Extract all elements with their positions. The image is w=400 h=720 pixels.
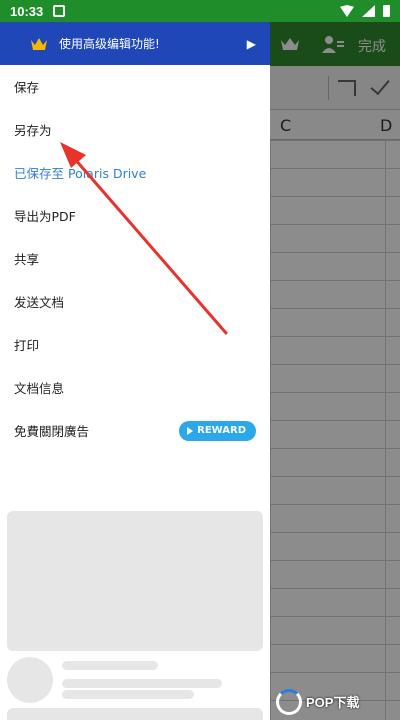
play-icon bbox=[187, 426, 194, 435]
status-icons bbox=[340, 5, 390, 17]
menu-item-save[interactable]: 保存 bbox=[0, 65, 270, 108]
crown-icon bbox=[31, 37, 47, 50]
menu-item-label: 另存为 bbox=[14, 123, 52, 138]
menu-item-share[interactable]: 共享 bbox=[0, 237, 270, 280]
watermark: POP下载 bbox=[270, 683, 400, 720]
signal-icon bbox=[362, 5, 375, 17]
menu-item-label: 已保存至 Polaris Drive bbox=[14, 166, 147, 181]
menu-item-label: 打印 bbox=[14, 338, 40, 353]
file-menu-drawer: 使用高级编辑功能! ▶ 保存 另存为 已保存至 Polaris Drive 导出… bbox=[0, 22, 270, 720]
status-time: 10:33 bbox=[10, 3, 44, 19]
premium-banner[interactable]: 使用高级编辑功能! ▶ bbox=[0, 22, 270, 65]
chevron-right-icon: ▶ bbox=[246, 36, 256, 51]
menu-item-remove-ads[interactable]: 免費關閉廣告 REWARD bbox=[0, 409, 270, 452]
menu-item-label: 保存 bbox=[14, 80, 40, 95]
watermark-logo bbox=[276, 688, 302, 715]
ad-avatar-placeholder bbox=[7, 657, 53, 703]
ad-line-placeholder bbox=[62, 661, 158, 670]
menu-item-export-pdf[interactable]: 导出为PDF bbox=[0, 194, 270, 237]
reward-label: REWARD bbox=[197, 425, 246, 436]
reward-button[interactable]: REWARD bbox=[179, 420, 256, 441]
menu-item-label: 共享 bbox=[14, 252, 40, 267]
notification-icon bbox=[53, 5, 66, 17]
menu-item-save-as[interactable]: 另存为 bbox=[0, 108, 270, 151]
menu-item-label: 发送文档 bbox=[14, 295, 65, 310]
ad-line-placeholder bbox=[62, 690, 194, 699]
menu-item-document-info[interactable]: 文档信息 bbox=[0, 366, 270, 409]
watermark-text: POP下载 bbox=[306, 695, 360, 710]
premium-label: 使用高级编辑功能! bbox=[59, 37, 160, 51]
wifi-icon bbox=[340, 5, 354, 17]
menu-item-send-document[interactable]: 发送文档 bbox=[0, 280, 270, 323]
menu-item-label: 导出为PDF bbox=[14, 209, 76, 224]
ad-line-placeholder bbox=[62, 679, 222, 688]
battery-icon bbox=[383, 5, 390, 17]
status-bar: 10:33 bbox=[0, 0, 400, 22]
menu-list: 保存 另存为 已保存至 Polaris Drive 导出为PDF 共享 发送文档… bbox=[0, 65, 270, 452]
menu-item-saved-to-drive[interactable]: 已保存至 Polaris Drive bbox=[0, 151, 270, 194]
menu-item-label: 文档信息 bbox=[14, 381, 65, 396]
menu-item-label: 免費關閉廣告 bbox=[14, 424, 90, 439]
ad-placeholder bbox=[7, 511, 263, 651]
ad-placeholder bbox=[7, 708, 263, 720]
menu-item-print[interactable]: 打印 bbox=[0, 323, 270, 366]
